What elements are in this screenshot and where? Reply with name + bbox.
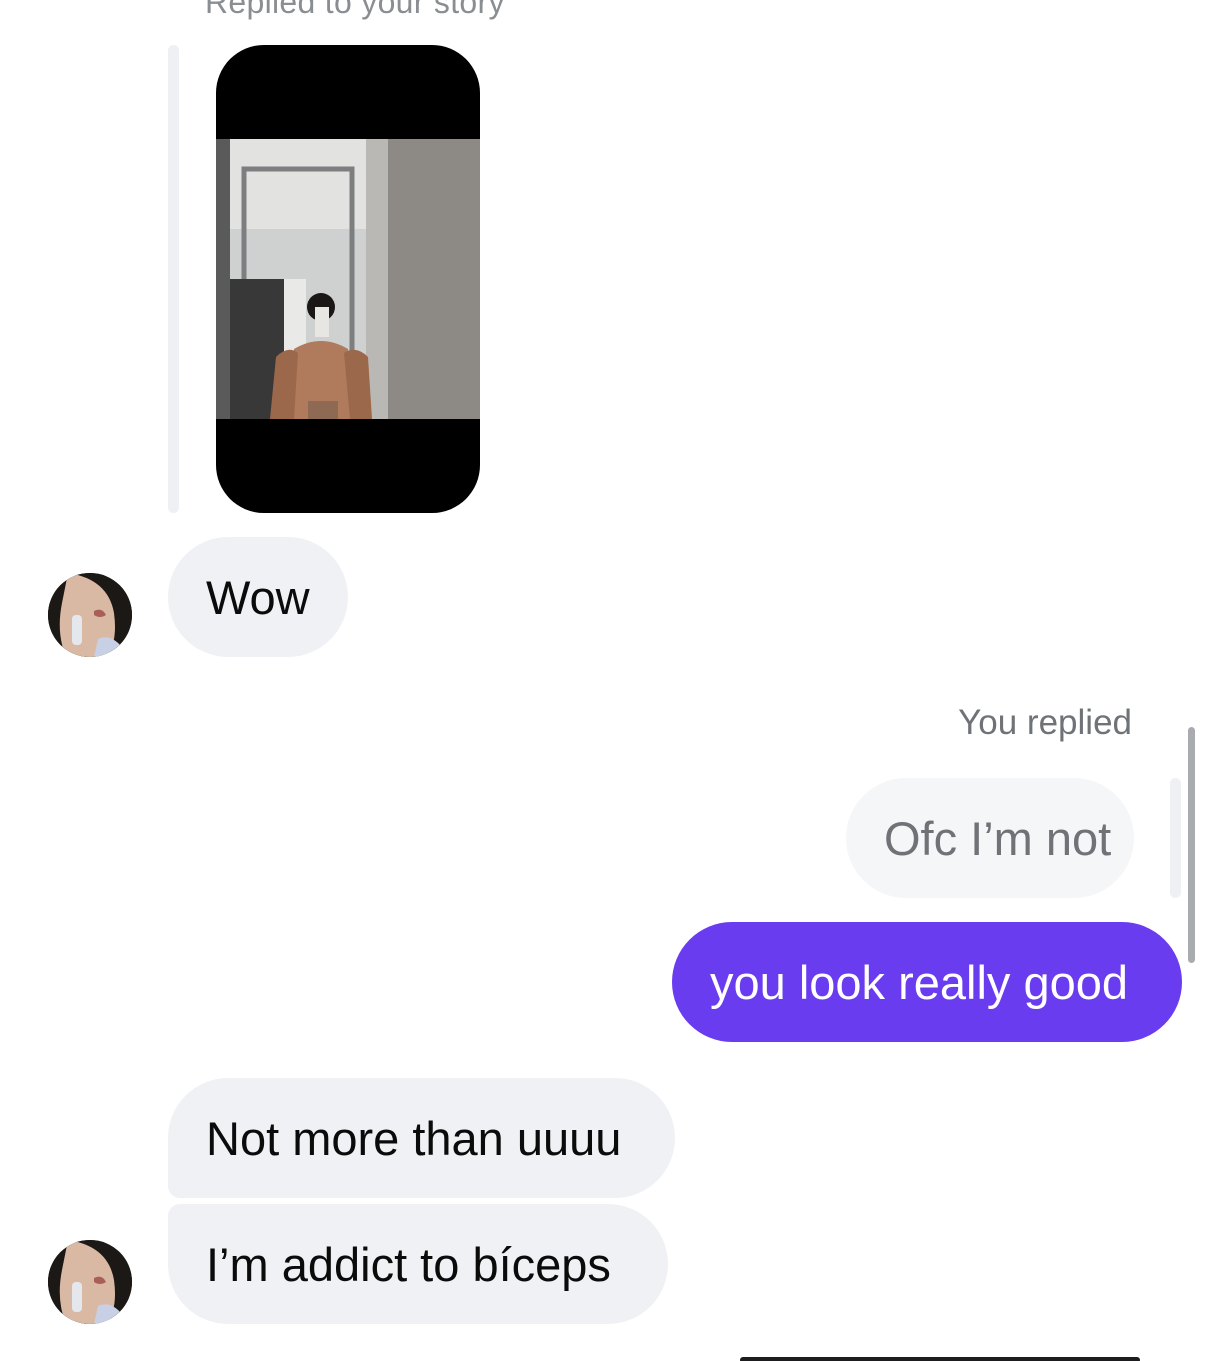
contact-avatar-photo-icon [48,1240,132,1324]
incoming-message-wow[interactable]: Wow [168,537,348,657]
message-text: Not more than uuuu [206,1111,622,1165]
conversation-thread[interactable]: Replied to your story Wow You replied Of… [0,0,1206,1361]
scrollbar-thumb[interactable] [1188,727,1195,963]
story-reply-caption: Replied to your story [205,0,505,20]
quoted-text: Ofc I’m not [884,811,1112,865]
you-replied-label: You replied [958,703,1132,742]
contact-avatar[interactable] [48,573,132,657]
message-text: you look really good [710,955,1129,1009]
incoming-message-addict[interactable]: I’m addict to bíceps [168,1204,668,1324]
outgoing-message-bubble[interactable]: you look really good [672,922,1182,1042]
message-text: Wow [206,570,310,624]
contact-avatar-photo-icon [48,573,132,657]
story-thumbnail[interactable] [216,45,480,513]
story-quote-bar [168,45,179,513]
message-text: I’m addict to bíceps [206,1237,611,1291]
home-indicator [740,1357,1140,1361]
quoted-reply-message[interactable]: Ofc I’m not [846,778,1134,898]
reply-quote-bar [1170,778,1181,898]
contact-avatar[interactable] [48,1240,132,1324]
incoming-message-not-more[interactable]: Not more than uuuu [168,1078,675,1198]
story-photo-icon [216,139,480,419]
